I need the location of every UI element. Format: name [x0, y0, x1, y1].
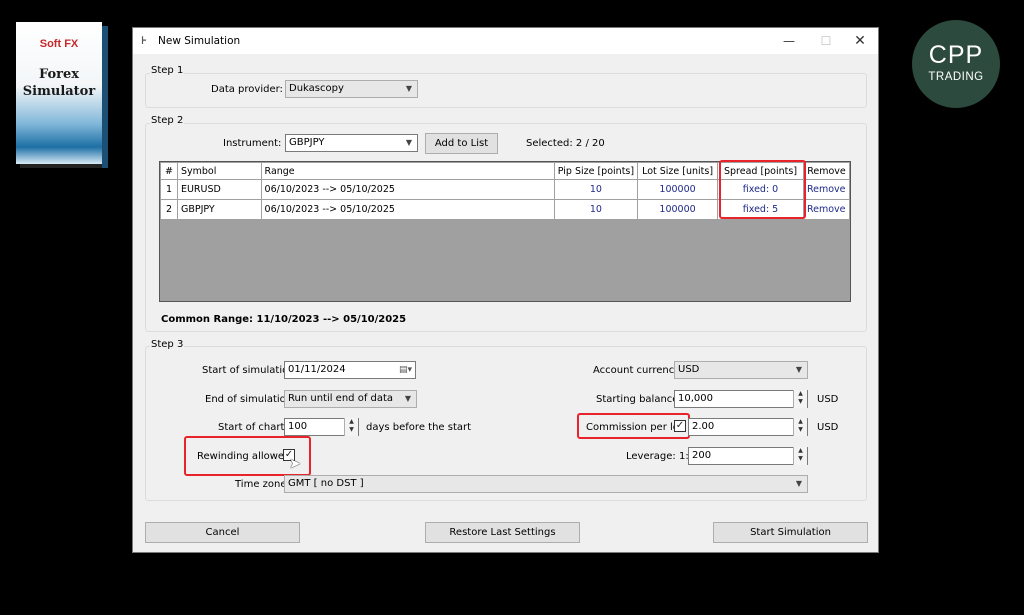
badge-line2: TRADING — [928, 71, 984, 83]
softfx-logo: Soft FX — [39, 38, 79, 50]
step2-label: Step 2 — [150, 115, 185, 126]
commission-input[interactable]: 2.00 — [688, 418, 808, 436]
commission-stepper[interactable]: ▲ ▼ — [793, 418, 807, 436]
product-title-line2: Simulator — [22, 84, 96, 99]
col-remove-header: Remove — [802, 162, 851, 180]
col-lot-size-header: Lot Size [units] — [637, 162, 719, 180]
row-range[interactable]: 06/10/2023 --> 05/10/2025 — [260, 179, 555, 200]
chevron-down-icon: ▼ — [405, 138, 413, 147]
account-currency-label: Account currency: — [593, 365, 683, 376]
start-charts-value: 100 — [288, 421, 308, 432]
spin-down-icon[interactable]: ▼ — [794, 455, 807, 463]
row-pip-size[interactable]: 10 — [553, 179, 639, 200]
row-remove-link[interactable]: Remove — [802, 199, 851, 220]
window-title: New Simulation — [158, 35, 241, 47]
product-title: Forex Simulator — [16, 66, 102, 100]
instrument-select[interactable]: GBPJPY ▼ — [285, 134, 418, 152]
row-range[interactable]: 06/10/2023 --> 05/10/2025 — [260, 199, 555, 220]
leverage-value: 200 — [692, 450, 712, 461]
time-zone-select[interactable]: GMT [ no DST ] ▼ — [284, 475, 808, 493]
box-side — [102, 26, 108, 168]
end-simulation-select[interactable]: Run until end of data ▼ — [284, 390, 417, 408]
product-title-line1: Forex — [38, 67, 80, 82]
row-symbol: EURUSD — [176, 179, 262, 200]
badge-line1: CPP — [928, 41, 984, 69]
title-bar: ⊦ New Simulation — ☐ ✕ — [133, 28, 878, 54]
chevron-down-icon: ▼ — [405, 84, 413, 93]
chevron-down-icon: ▼ — [795, 479, 803, 488]
end-simulation-value: Run until end of data — [288, 393, 394, 404]
chevron-down-icon: ▼ — [404, 394, 412, 403]
col-pip-size-header: Pip Size [points] — [553, 162, 639, 180]
starting-balance-value: 10,000 — [678, 393, 713, 404]
mouse-cursor-icon: ➤ — [289, 456, 301, 472]
selected-count: Selected: 2 / 20 — [526, 138, 605, 149]
row-symbol: GBPJPY — [176, 199, 262, 220]
account-currency-select[interactable]: USD ▼ — [674, 361, 808, 379]
start-simulation-date[interactable]: 01/11/2024 ▤▾ — [284, 361, 416, 379]
starting-balance-unit: USD — [817, 394, 839, 405]
time-zone-value: GMT [ no DST ] — [288, 478, 364, 489]
start-charts-label: Start of charts: — [218, 422, 293, 433]
data-provider-label: Data provider: — [211, 84, 283, 95]
start-charts-suffix: days before the start — [366, 422, 472, 433]
restore-last-settings-button[interactable]: Restore Last Settings — [425, 522, 580, 543]
leverage-stepper[interactable]: ▲ ▼ — [793, 447, 807, 465]
start-charts-stepper[interactable]: ▲ ▼ — [344, 418, 358, 436]
step3-label: Step 3 — [150, 339, 185, 350]
row-remove-link[interactable]: Remove — [802, 179, 851, 200]
col-index-header: # — [160, 162, 178, 180]
col-symbol-header: Symbol — [176, 162, 262, 180]
row-pip-size[interactable]: 10 — [553, 199, 639, 220]
account-currency-value: USD — [678, 364, 700, 375]
spin-up-icon[interactable]: ▲ — [345, 418, 358, 426]
close-button[interactable]: ✕ — [848, 31, 872, 51]
commission-unit: USD — [817, 422, 839, 433]
chevron-down-icon: ▼ — [795, 365, 803, 374]
end-simulation-label: End of simulation: — [205, 394, 296, 405]
row-index: 2 — [160, 199, 178, 220]
cpp-trading-logo: CPP TRADING — [912, 20, 1000, 108]
row-lot-size[interactable]: 100000 — [637, 199, 719, 220]
minimize-button[interactable]: — — [777, 31, 801, 51]
col-range-header: Range — [260, 162, 555, 180]
starting-balance-stepper[interactable]: ▲ ▼ — [793, 390, 807, 408]
cancel-button[interactable]: Cancel — [145, 522, 300, 543]
instrument-value: GBPJPY — [289, 137, 325, 148]
spin-up-icon[interactable]: ▲ — [794, 390, 807, 398]
spin-up-icon[interactable]: ▲ — [794, 447, 807, 455]
leverage-input[interactable]: 200 — [688, 447, 808, 465]
starting-balance-input[interactable]: 10,000 — [674, 390, 808, 408]
commission-highlight — [577, 413, 690, 439]
instrument-label: Instrument: — [223, 138, 282, 149]
data-provider-value: Dukascopy — [289, 83, 344, 94]
step1-label: Step 1 — [150, 65, 185, 76]
maximize-button[interactable]: ☐ — [814, 31, 838, 51]
spin-down-icon[interactable]: ▼ — [345, 426, 358, 434]
time-zone-label: Time zone: — [235, 479, 290, 490]
start-simulation-value: 01/11/2024 — [288, 364, 346, 375]
start-simulation-button[interactable]: Start Simulation — [713, 522, 868, 543]
new-simulation-dialog: ⊦ New Simulation — ☐ ✕ Step 1 Data provi… — [132, 27, 879, 553]
calendar-icon[interactable]: ▤▾ — [399, 362, 412, 378]
row-index: 1 — [160, 179, 178, 200]
spin-down-icon[interactable]: ▼ — [794, 398, 807, 406]
add-to-list-button[interactable]: Add to List — [425, 133, 498, 154]
spin-up-icon[interactable]: ▲ — [794, 418, 807, 426]
common-range: Common Range: 11/10/2023 --> 05/10/2025 — [161, 314, 407, 325]
row-lot-size[interactable]: 100000 — [637, 179, 719, 200]
spin-down-icon[interactable]: ▼ — [794, 426, 807, 434]
leverage-label: Leverage: — [626, 451, 676, 462]
starting-balance-label: Starting balance: — [596, 394, 682, 405]
commission-value: 2.00 — [692, 421, 715, 432]
spread-highlight — [719, 160, 806, 219]
forex-simulator-product-box: Soft FX Forex Simulator — [16, 22, 108, 168]
app-icon: ⊦ — [141, 34, 147, 47]
data-provider-select[interactable]: Dukascopy ▼ — [285, 80, 418, 98]
